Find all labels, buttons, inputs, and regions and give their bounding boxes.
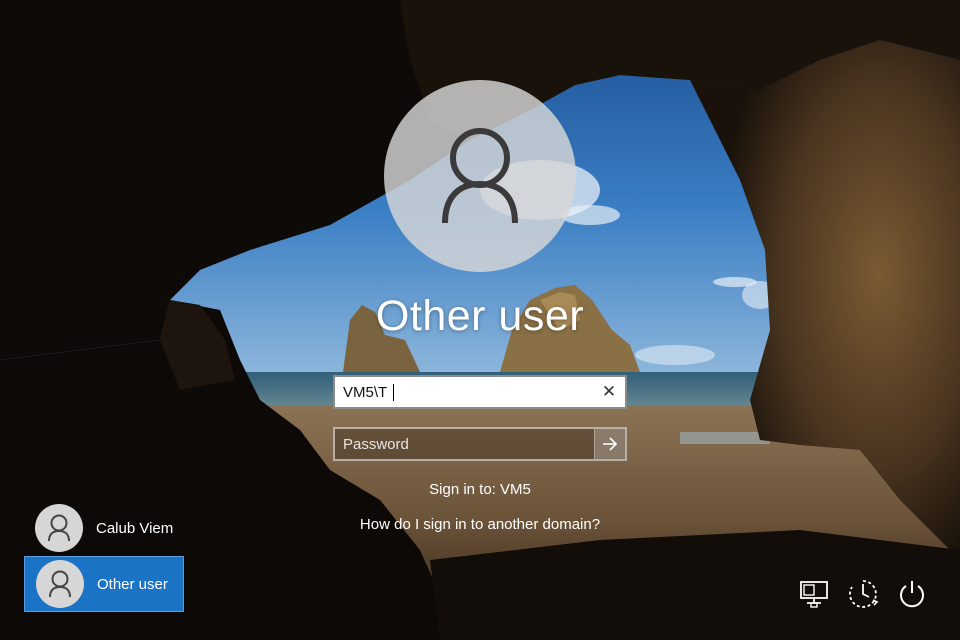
- avatar: [35, 504, 83, 552]
- network-icon: [800, 581, 828, 608]
- ease-of-access-icon: [849, 580, 879, 608]
- person-icon: [49, 570, 71, 598]
- arrow-right-icon: [603, 437, 618, 451]
- submit-arrow-button[interactable]: [594, 429, 625, 459]
- password-input[interactable]: [335, 429, 595, 459]
- ease-of-access-button[interactable]: [846, 576, 880, 612]
- username-input[interactable]: [335, 377, 595, 407]
- user-tile-label: Other user: [97, 575, 168, 593]
- username-field-container: ✕: [333, 375, 627, 409]
- avatar: [36, 560, 84, 608]
- power-button[interactable]: [895, 576, 929, 612]
- user-tile-other-user[interactable]: Other user: [24, 556, 184, 612]
- selected-user-name: Other user: [375, 292, 585, 340]
- clear-text-button[interactable]: ✕: [599, 382, 619, 402]
- password-field-container: [333, 427, 627, 461]
- network-button[interactable]: [798, 576, 832, 612]
- power-icon: [900, 581, 924, 608]
- user-avatar: [384, 80, 576, 272]
- text-cursor: [393, 384, 394, 401]
- user-tile-label: Calub Viem: [96, 519, 174, 537]
- sign-in-target-text: Sign in to: VM5: [429, 481, 531, 498]
- person-icon: [48, 514, 70, 542]
- user-tile-calub-viem[interactable]: Calub Viem: [24, 500, 184, 556]
- person-icon: [442, 128, 518, 224]
